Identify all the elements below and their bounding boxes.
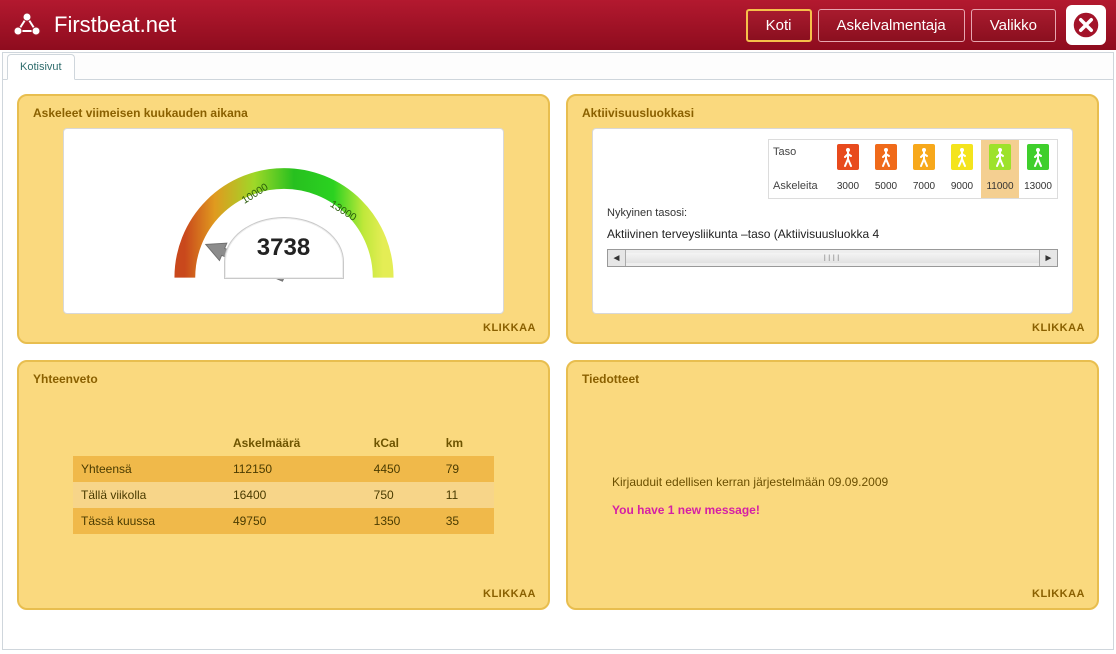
close-icon — [1072, 11, 1100, 39]
summary-cell: 1350 — [366, 508, 438, 534]
tab-row: Kotisivut — [3, 53, 1113, 80]
panel-summary-title: Yhteenveto — [33, 372, 534, 386]
activity-level-icon — [829, 140, 867, 174]
nav-coach-button[interactable]: Askelvalmentaja — [818, 9, 965, 42]
top-bar: Firstbeat.net Koti Askelvalmentaja Valik… — [0, 0, 1116, 50]
activity-level-icon — [943, 140, 981, 174]
scroll-right-icon[interactable]: ► — [1039, 250, 1057, 266]
panel-activity-title: Aktiivisuusluokkasi — [582, 106, 1083, 120]
summary-cell: 11 — [438, 482, 494, 508]
activity-level-icon — [905, 140, 943, 174]
panel-steps-title: Askeleet viimeisen kuukauden aikana — [33, 106, 534, 120]
activity-level-steps: 7000 — [905, 174, 943, 198]
summary-cell: 49750 — [225, 508, 366, 534]
summary-cell: 4450 — [366, 456, 438, 482]
summary-cell: Yhteensä — [73, 456, 225, 482]
panel-activity: Aktiivisuusluokkasi Taso Askeleita 30005… — [566, 94, 1099, 344]
activity-level-steps: 5000 — [867, 174, 905, 198]
walker-icon — [951, 144, 973, 170]
activity-level-icon — [981, 140, 1019, 174]
panel-summary: Yhteenveto AskelmääräkCalkm Yhteensä1121… — [17, 360, 550, 610]
scroll-left-icon[interactable]: ◄ — [608, 250, 626, 266]
walker-icon — [837, 144, 859, 170]
summary-col-header — [73, 430, 225, 456]
gauge-box: 10000 13000 3738 — [63, 128, 504, 314]
table-row: Tässä kuussa49750135035 — [73, 508, 494, 534]
activity-level-steps: 3000 — [829, 174, 867, 198]
activity-current-label: Nykyinen tasosi: — [607, 207, 1058, 219]
table-row: Yhteensä112150445079 — [73, 456, 494, 482]
panel-steps-action[interactable]: KLIKKAA — [483, 322, 536, 334]
nav-buttons: Koti Askelvalmentaja Valikko — [746, 9, 1056, 42]
close-button[interactable] — [1066, 5, 1106, 45]
summary-cell: Tässä kuussa — [73, 508, 225, 534]
table-row: Tällä viikolla1640075011 — [73, 482, 494, 508]
last-login-text: Kirjauduit edellisen kerran järjestelmää… — [612, 475, 888, 489]
walker-icon — [1027, 144, 1049, 170]
walker-icon — [875, 144, 897, 170]
summary-cell: 16400 — [225, 482, 366, 508]
nav-menu-button[interactable]: Valikko — [971, 9, 1056, 42]
activity-level-steps: 13000 — [1019, 174, 1057, 198]
logo-icon — [10, 7, 44, 44]
panel-announcements-action[interactable]: KLIKKAA — [1032, 588, 1085, 600]
summary-cell: 35 — [438, 508, 494, 534]
activity-grid: Taso Askeleita 3000500070009000110001300… — [768, 139, 1058, 199]
activity-row-level-label: Taso — [769, 140, 829, 174]
summary-col-header: kCal — [366, 430, 438, 456]
brand-title: Firstbeat.net — [54, 12, 746, 38]
main-frame: Kotisivut Askeleet viimeisen kuukauden a… — [2, 52, 1114, 650]
summary-cell: 112150 — [225, 456, 366, 482]
summary-col-header: km — [438, 430, 494, 456]
activity-level-steps: 11000 — [981, 174, 1019, 198]
summary-col-header: Askelmäärä — [225, 430, 366, 456]
activity-level-icon — [867, 140, 905, 174]
activity-row-steps-label: Askeleita — [769, 174, 829, 198]
horizontal-scrollbar[interactable]: ◄ IIII ► — [607, 249, 1058, 267]
walker-icon — [913, 144, 935, 170]
panel-activity-action[interactable]: KLIKKAA — [1032, 322, 1085, 334]
summary-cell: 750 — [366, 482, 438, 508]
activity-current-value: Aktiivinen terveysliikunta –taso (Aktiiv… — [607, 227, 1058, 241]
tab-home[interactable]: Kotisivut — [7, 54, 75, 80]
activity-level-steps: 9000 — [943, 174, 981, 198]
walker-icon — [989, 144, 1011, 170]
activity-level-icon — [1019, 140, 1057, 174]
activity-box: Taso Askeleita 3000500070009000110001300… — [592, 128, 1073, 314]
summary-cell: Tällä viikolla — [73, 482, 225, 508]
content-area: Askeleet viimeisen kuukauden aikana — [3, 80, 1113, 649]
panel-announcements-title: Tiedotteet — [582, 372, 1083, 386]
nav-home-button[interactable]: Koti — [746, 9, 812, 42]
summary-table: AskelmääräkCalkm Yhteensä112150445079Täl… — [73, 430, 494, 534]
panel-steps: Askeleet viimeisen kuukauden aikana — [17, 94, 550, 344]
scroll-track[interactable]: IIII — [626, 253, 1039, 263]
new-message-link[interactable]: You have 1 new message! — [612, 503, 760, 517]
panel-announcements: Tiedotteet Kirjauduit edellisen kerran j… — [566, 360, 1099, 610]
summary-cell: 79 — [438, 456, 494, 482]
panel-summary-action[interactable]: KLIKKAA — [483, 588, 536, 600]
